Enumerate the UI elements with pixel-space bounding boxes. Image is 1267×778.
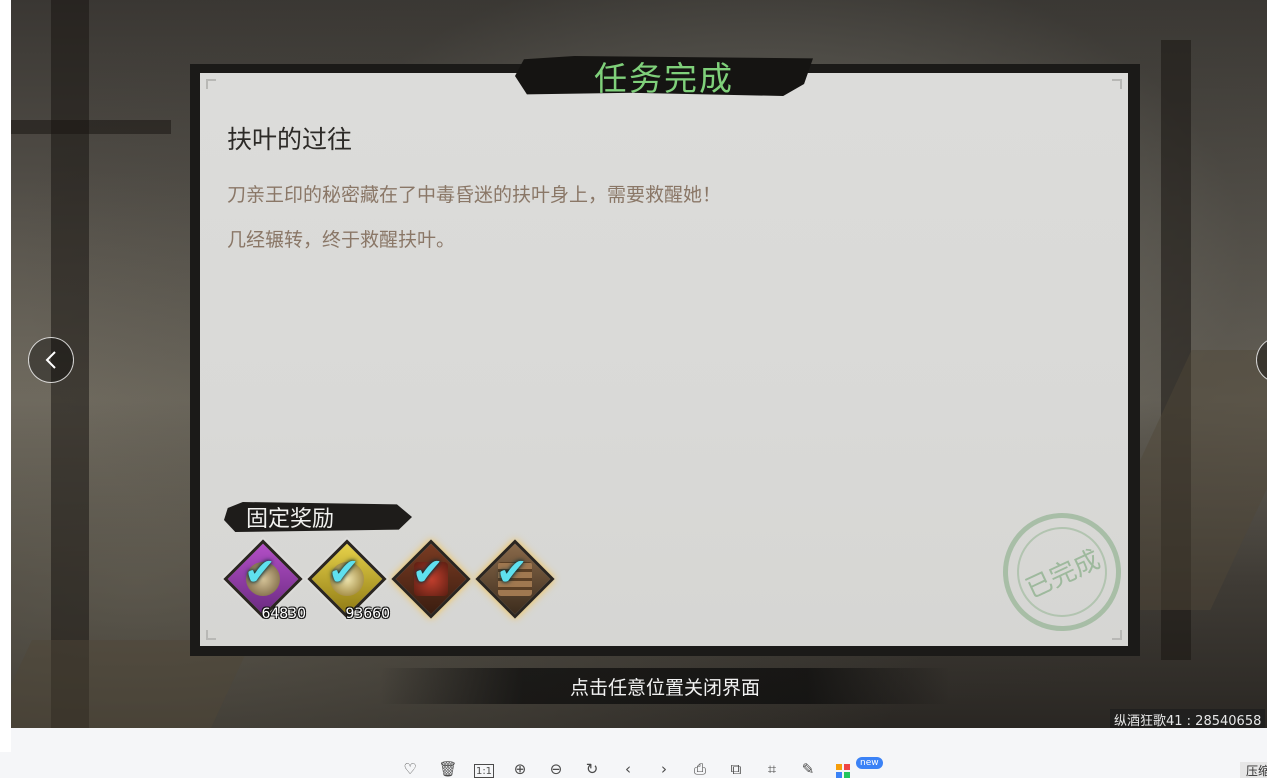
close-hint-text: 点击任意位置关闭界面	[569, 676, 760, 699]
corner-ornament	[206, 630, 216, 640]
reward-item[interactable]: ✔ 64830	[223, 539, 306, 622]
corner-ornament	[1112, 79, 1122, 89]
rotate-icon[interactable]: ↻	[582, 760, 602, 778]
compress-button[interactable]: 压缩	[1240, 762, 1267, 778]
zoom-in-icon[interactable]: ⊕	[510, 760, 530, 778]
actual-size-icon[interactable]: 1:1	[474, 764, 494, 778]
quest-name: 扶叶的过往	[227, 125, 353, 154]
edit-icon[interactable]: ✎	[798, 760, 818, 778]
reward-section-label: 固定奖励	[246, 507, 335, 532]
title-banner: 任务完成	[515, 56, 813, 96]
chevron-left-icon	[45, 351, 56, 369]
left-margin	[0, 0, 11, 752]
apps-icon[interactable]	[836, 764, 850, 778]
check-icon: ✔	[328, 550, 360, 594]
reward-count: 93660	[345, 606, 390, 622]
player-watermark: 纵酒狂歌41 : 28540658	[1110, 709, 1266, 729]
stamp-text: 已完成	[1021, 544, 1105, 605]
reward-item[interactable]: ✔	[475, 539, 555, 619]
crop-icon[interactable]: ⌗	[762, 760, 782, 778]
dialog-title: 任务完成	[594, 59, 734, 98]
reward-section-banner: 固定奖励	[224, 502, 412, 532]
reward-count: 64830	[261, 606, 306, 622]
corner-ornament	[1112, 630, 1122, 640]
new-badge: new	[856, 757, 883, 769]
heart-icon[interactable]: ♡	[400, 760, 420, 778]
image-viewer: 任务完成 扶叶的过往 刀亲王印的秘密藏在了中毒昏迷的扶叶身上，需要救醒她！ 几经…	[0, 0, 1267, 778]
reward-item[interactable]: ✔	[391, 539, 471, 619]
check-icon: ✔	[412, 550, 444, 594]
previous-image-button[interactable]	[28, 337, 74, 383]
background-beam	[11, 120, 171, 134]
previous-icon[interactable]: ‹	[618, 760, 638, 778]
zoom-out-icon[interactable]: ⊖	[546, 760, 566, 778]
corner-ornament	[206, 79, 216, 89]
check-icon: ✔	[496, 550, 528, 594]
reward-item[interactable]: ✔ 93660	[307, 539, 390, 622]
check-icon: ✔	[244, 550, 276, 594]
quest-description-line: 刀亲王印的秘密藏在了中毒昏迷的扶叶身上，需要救醒她！	[227, 184, 722, 206]
close-hint-bar[interactable]: 点击任意位置关闭界面	[380, 668, 950, 704]
quest-description-line: 几经辗转，终于救醒扶叶。	[227, 229, 456, 251]
copy-icon[interactable]: ⧉	[726, 760, 746, 778]
print-icon[interactable]: ⎙	[690, 760, 710, 778]
trash-icon[interactable]: 🗑	[438, 760, 458, 778]
next-icon[interactable]: ›	[654, 760, 674, 778]
